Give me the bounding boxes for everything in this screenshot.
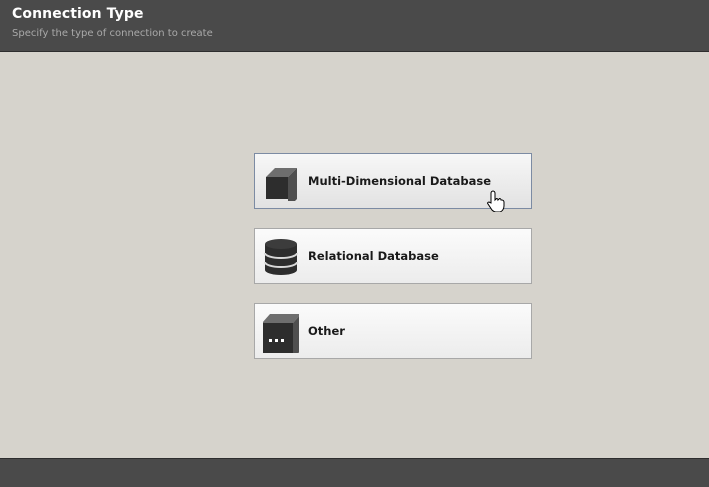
connection-type-options: Multi-Dimensional Database Relational Da… xyxy=(254,153,532,378)
page-subtitle: Specify the type of connection to create xyxy=(12,28,213,39)
option-label: Other xyxy=(308,324,345,338)
ellipsis-box-icon xyxy=(262,313,301,359)
connection-type-dialog: Connection Type Specify the type of conn… xyxy=(0,0,709,487)
database-icon xyxy=(263,238,299,276)
footer-bar xyxy=(0,458,709,487)
page-title: Connection Type xyxy=(12,6,144,22)
cube-icon xyxy=(263,163,299,208)
relational-database-button[interactable]: Relational Database xyxy=(254,228,532,284)
option-label: Multi-Dimensional Database xyxy=(308,174,492,188)
multi-dimensional-database-button[interactable]: Multi-Dimensional Database xyxy=(254,153,532,209)
header-bar: Connection Type Specify the type of conn… xyxy=(0,0,709,52)
other-connection-button[interactable]: Other xyxy=(254,303,532,359)
option-label: Relational Database xyxy=(308,249,439,263)
